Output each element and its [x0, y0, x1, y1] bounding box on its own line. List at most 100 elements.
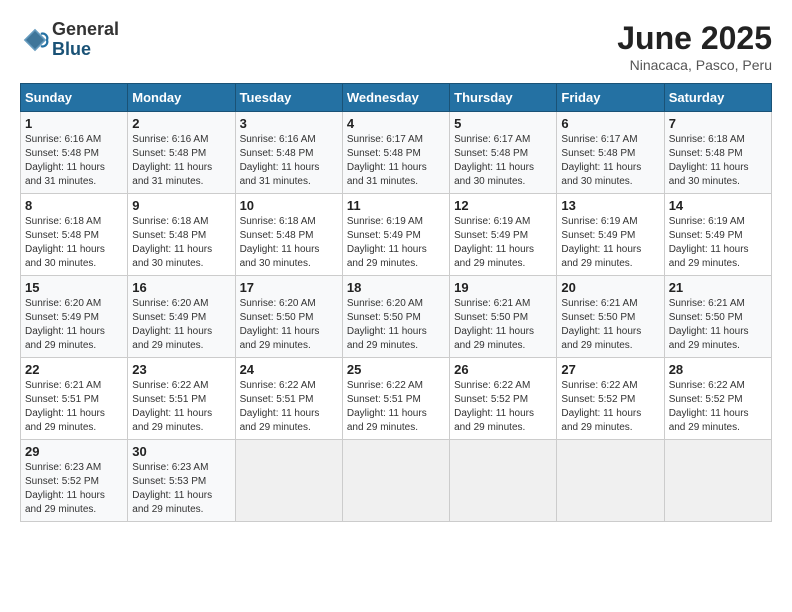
day-number: 8 [25, 198, 123, 213]
calendar-cell [664, 440, 771, 522]
day-number: 26 [454, 362, 552, 377]
calendar-cell: 25 Sunrise: 6:22 AMSunset: 5:51 PMDayligh… [342, 358, 449, 440]
logo-blue: Blue [52, 40, 119, 60]
calendar-cell: 3 Sunrise: 6:16 AMSunset: 5:48 PMDaylight… [235, 112, 342, 194]
calendar-header-row: SundayMondayTuesdayWednesdayThursdayFrid… [21, 84, 772, 112]
location: Ninacaca, Pasco, Peru [617, 57, 772, 73]
day-number: 13 [561, 198, 659, 213]
day-info: Sunrise: 6:18 AMSunset: 5:48 PMDaylight:… [25, 215, 123, 271]
calendar-cell: 1 Sunrise: 6:16 AMSunset: 5:48 PMDaylight… [21, 112, 128, 194]
day-number: 9 [132, 198, 230, 213]
calendar-cell: 20 Sunrise: 6:21 AMSunset: 5:50 PMDayligh… [557, 276, 664, 358]
calendar-week-4: 22Sunrise: 6:21 AMSunset: 5:51 PMDayligh… [21, 358, 772, 440]
month-title: June 2025 [617, 20, 772, 57]
calendar-cell: 10Sunrise: 6:18 AMSunset: 5:48 PMDayligh… [235, 194, 342, 276]
day-number: 20 [561, 280, 659, 295]
day-number: 19 [454, 280, 552, 295]
title-block: June 2025 Ninacaca, Pasco, Peru [617, 20, 772, 73]
day-info: Sunrise: 6:18 AMSunset: 5:48 PMDaylight:… [669, 133, 767, 189]
day-info: Sunrise: 6:20 AMSunset: 5:49 PMDaylight:… [132, 297, 230, 353]
calendar-cell: 6Sunrise: 6:17 AMSunset: 5:48 PMDaylight… [557, 112, 664, 194]
day-number: 1 [25, 116, 123, 131]
day-number: 21 [669, 280, 767, 295]
calendar-cell [342, 440, 449, 522]
calendar-cell [557, 440, 664, 522]
calendar-cell: 2 Sunrise: 6:16 AMSunset: 5:48 PMDaylight… [128, 112, 235, 194]
calendar-cell: 23Sunrise: 6:22 AMSunset: 5:51 PMDayligh… [128, 358, 235, 440]
day-info: Sunrise: 6:18 AMSunset: 5:48 PMDaylight:… [132, 215, 230, 271]
day-number: 10 [240, 198, 338, 213]
day-number: 25 [347, 362, 445, 377]
day-number: 17 [240, 280, 338, 295]
calendar-cell: 26 Sunrise: 6:22 AMSunset: 5:52 PMDayligh… [450, 358, 557, 440]
calendar-cell: 27Sunrise: 6:22 AMSunset: 5:52 PMDayligh… [557, 358, 664, 440]
calendar-cell [235, 440, 342, 522]
calendar-cell: 9 Sunrise: 6:18 AMSunset: 5:48 PMDaylight… [128, 194, 235, 276]
logo-icon [20, 25, 50, 55]
day-info: Sunrise: 6:19 AMSunset: 5:49 PMDaylight:… [669, 215, 767, 271]
calendar-cell: 7 Sunrise: 6:18 AMSunset: 5:48 PMDaylight… [664, 112, 771, 194]
day-info: Sunrise: 6:23 AMSunset: 5:52 PMDaylight:… [25, 461, 123, 517]
calendar-week-1: 1 Sunrise: 6:16 AMSunset: 5:48 PMDaylight… [21, 112, 772, 194]
calendar-cell: 12 Sunrise: 6:19 AMSunset: 5:49 PMDayligh… [450, 194, 557, 276]
day-number: 3 [240, 116, 338, 131]
day-number: 2 [132, 116, 230, 131]
day-info: Sunrise: 6:21 AMSunset: 5:50 PMDaylight:… [669, 297, 767, 353]
day-info: Sunrise: 6:21 AMSunset: 5:50 PMDaylight:… [454, 297, 552, 353]
day-number: 14 [669, 198, 767, 213]
day-number: 16 [132, 280, 230, 295]
calendar-cell: 30 Sunrise: 6:23 AMSunset: 5:53 PMDayligh… [128, 440, 235, 522]
calendar-cell: 16 Sunrise: 6:20 AMSunset: 5:49 PMDayligh… [128, 276, 235, 358]
calendar-cell [450, 440, 557, 522]
day-info: Sunrise: 6:19 AMSunset: 5:49 PMDaylight:… [454, 215, 552, 271]
day-info: Sunrise: 6:20 AMSunset: 5:50 PMDaylight:… [347, 297, 445, 353]
calendar-cell: 24 Sunrise: 6:22 AMSunset: 5:51 PMDayligh… [235, 358, 342, 440]
header-sunday: Sunday [21, 84, 128, 112]
day-info: Sunrise: 6:16 AMSunset: 5:48 PMDaylight:… [132, 133, 230, 189]
calendar-cell: 11Sunrise: 6:19 AMSunset: 5:49 PMDayligh… [342, 194, 449, 276]
day-info: Sunrise: 6:22 AMSunset: 5:51 PMDaylight:… [240, 379, 338, 435]
day-info: Sunrise: 6:22 AMSunset: 5:52 PMDaylight:… [669, 379, 767, 435]
day-number: 22 [25, 362, 123, 377]
day-info: Sunrise: 6:16 AMSunset: 5:48 PMDaylight:… [25, 133, 123, 189]
header-wednesday: Wednesday [342, 84, 449, 112]
day-info: Sunrise: 6:21 AMSunset: 5:50 PMDaylight:… [561, 297, 659, 353]
day-info: Sunrise: 6:17 AMSunset: 5:48 PMDaylight:… [347, 133, 445, 189]
logo-text: General Blue [52, 20, 119, 60]
calendar-cell: 14 Sunrise: 6:19 AMSunset: 5:49 PMDayligh… [664, 194, 771, 276]
day-info: Sunrise: 6:19 AMSunset: 5:49 PMDaylight:… [561, 215, 659, 271]
day-number: 12 [454, 198, 552, 213]
day-info: Sunrise: 6:20 AMSunset: 5:50 PMDaylight:… [240, 297, 338, 353]
calendar-cell: 28Sunrise: 6:22 AMSunset: 5:52 PMDayligh… [664, 358, 771, 440]
day-info: Sunrise: 6:20 AMSunset: 5:49 PMDaylight:… [25, 297, 123, 353]
calendar-cell: 18 Sunrise: 6:20 AMSunset: 5:50 PMDayligh… [342, 276, 449, 358]
day-number: 15 [25, 280, 123, 295]
day-number: 5 [454, 116, 552, 131]
calendar-cell: 4 Sunrise: 6:17 AMSunset: 5:48 PMDaylight… [342, 112, 449, 194]
day-number: 18 [347, 280, 445, 295]
header-thursday: Thursday [450, 84, 557, 112]
day-info: Sunrise: 6:16 AMSunset: 5:48 PMDaylight:… [240, 133, 338, 189]
calendar-cell: 8 Sunrise: 6:18 AMSunset: 5:48 PMDaylight… [21, 194, 128, 276]
day-info: Sunrise: 6:22 AMSunset: 5:52 PMDaylight:… [561, 379, 659, 435]
header-saturday: Saturday [664, 84, 771, 112]
day-info: Sunrise: 6:22 AMSunset: 5:52 PMDaylight:… [454, 379, 552, 435]
calendar-cell: 13 Sunrise: 6:19 AMSunset: 5:49 PMDayligh… [557, 194, 664, 276]
day-info: Sunrise: 6:17 AMSunset: 5:48 PMDaylight:… [454, 133, 552, 189]
calendar-week-5: 29Sunrise: 6:23 AMSunset: 5:52 PMDayligh… [21, 440, 772, 522]
day-number: 7 [669, 116, 767, 131]
day-number: 24 [240, 362, 338, 377]
page-header: General Blue June 2025 Ninacaca, Pasco, … [20, 20, 772, 73]
calendar-cell: 29Sunrise: 6:23 AMSunset: 5:52 PMDayligh… [21, 440, 128, 522]
calendar-cell: 21 Sunrise: 6:21 AMSunset: 5:50 PMDayligh… [664, 276, 771, 358]
day-info: Sunrise: 6:22 AMSunset: 5:51 PMDaylight:… [132, 379, 230, 435]
calendar-week-3: 15 Sunrise: 6:20 AMSunset: 5:49 PMDayligh… [21, 276, 772, 358]
header-tuesday: Tuesday [235, 84, 342, 112]
day-number: 4 [347, 116, 445, 131]
day-info: Sunrise: 6:23 AMSunset: 5:53 PMDaylight:… [132, 461, 230, 517]
day-number: 30 [132, 444, 230, 459]
logo-general: General [52, 20, 119, 40]
day-info: Sunrise: 6:22 AMSunset: 5:51 PMDaylight:… [347, 379, 445, 435]
calendar-cell: 19 Sunrise: 6:21 AMSunset: 5:50 PMDayligh… [450, 276, 557, 358]
calendar-cell: 5 Sunrise: 6:17 AMSunset: 5:48 PMDaylight… [450, 112, 557, 194]
